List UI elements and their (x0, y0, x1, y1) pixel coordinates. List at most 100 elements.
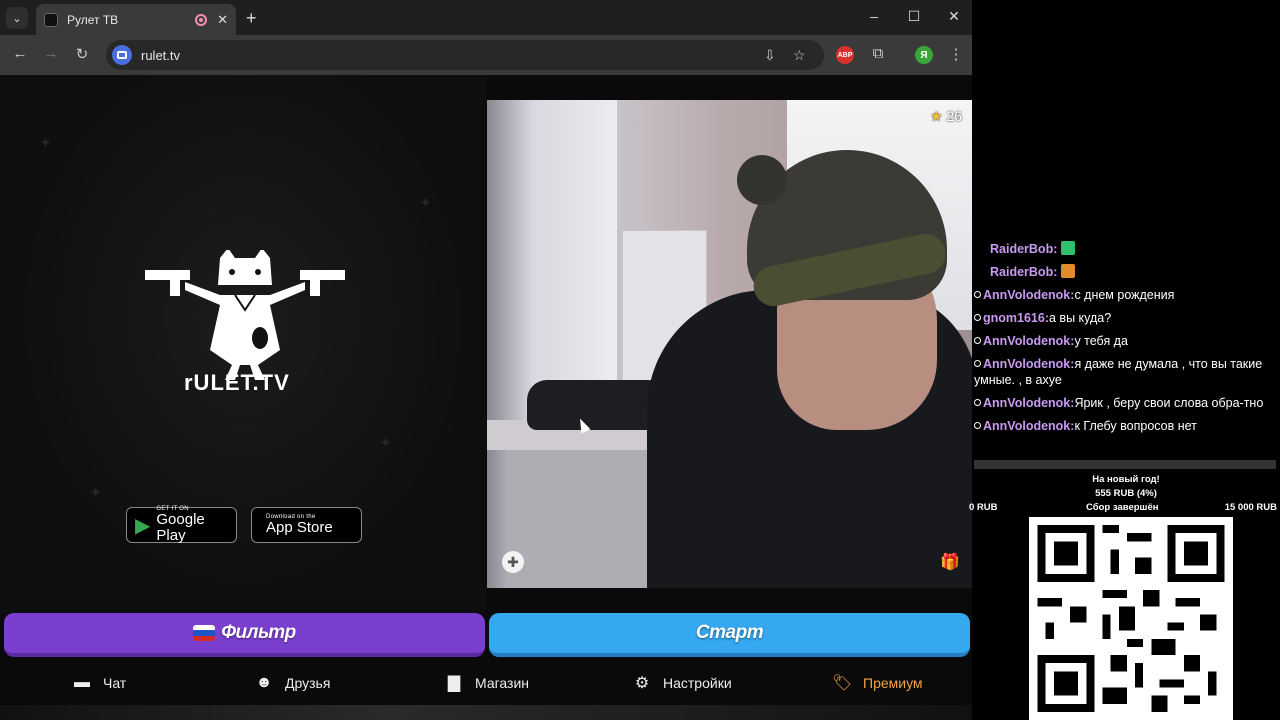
chat-text: а вы куда? (1049, 311, 1112, 325)
chat-message: AnnVolodenok:у тебя да (974, 333, 1274, 349)
filter-button[interactable]: Фильтр (4, 613, 485, 657)
donation-goal: На новый год! 555 RUB (4%) 0 RUB Сбор за… (969, 474, 1280, 516)
nav-shop-label: Магазин (475, 675, 530, 691)
chat-username: RaiderBob: (990, 265, 1058, 279)
doodle-decoration: ✦ (380, 435, 391, 450)
tab-search-button[interactable]: ⌄ (6, 7, 28, 29)
chat-input-bar[interactable] (974, 460, 1276, 469)
bookmark-star-icon[interactable]: ☆ (793, 47, 806, 64)
close-window-button[interactable]: ✕ (934, 8, 974, 25)
chat-message: AnnVolodenok:я даже не думала , что вы т… (974, 356, 1274, 388)
google-play-badge[interactable]: ▶ GET IT ON Google Play (126, 506, 237, 544)
new-tab-button[interactable]: + (246, 8, 257, 29)
bottom-nav: ▬ Чат ☻ Друзья ▇ Магазин ⚙ Настройки 🏷 П… (0, 663, 972, 705)
install-app-icon[interactable]: ⇩ (764, 47, 776, 64)
gear-icon: ⚙ (634, 675, 650, 692)
doodle-decoration: ✦ (420, 195, 431, 210)
russia-flag-icon (193, 625, 216, 641)
chat-username: gnom1616: (983, 311, 1049, 325)
google-play-icon: ▶ (135, 514, 151, 537)
chat-message: RaiderBob: (974, 264, 1274, 280)
taskbar-strip (0, 705, 972, 720)
arrow-left-icon: ← (12, 45, 28, 62)
chat-message: AnnVolodenok:с днем рождения (974, 287, 1274, 303)
browser-menu-icon[interactable]: ⋮ (946, 45, 966, 63)
chat-feed: RaiderBob: RaiderBob: AnnVolodenok:с дне… (974, 241, 1274, 441)
address-bar[interactable]: rulet.tv ⇩ ☆ (106, 40, 824, 70)
chat-icon: ▬ (74, 674, 90, 691)
nav-friends-label: Друзья (285, 675, 331, 691)
rating-badge[interactable]: ★ 26 (930, 108, 962, 125)
nav-settings[interactable]: ⚙ Настройки (632, 673, 732, 693)
goal-status: Сбор завершён (1086, 502, 1159, 513)
reload-button[interactable]: ↻ (72, 45, 92, 63)
extensions-puzzle-icon[interactable]: ⧉ (868, 45, 888, 62)
chat-username: AnnVolodenok: (983, 419, 1075, 433)
chat-message: gnom1616:а вы куда? (974, 310, 1274, 326)
tag-icon: 🏷 (831, 675, 853, 692)
site-favicon-icon (44, 12, 58, 27)
tab-bar: ⌄ Рулет ТВ ✕ + – ☐ ✕ (0, 0, 972, 35)
nav-friends[interactable]: ☻ Друзья (254, 673, 331, 693)
start-button[interactable]: Старт (489, 613, 970, 657)
goal-amount: 555 RUB (4%) (1095, 488, 1157, 499)
url-text: rulet.tv (141, 47, 181, 63)
nav-settings-label: Настройки (663, 675, 732, 691)
google-play-text: Google Play (156, 511, 205, 544)
chat-message: AnnVolodenok:Ярик , беру свои слова обра… (974, 395, 1274, 411)
chat-username: AnnVolodenok: (983, 334, 1075, 348)
rating-count: 26 (946, 108, 962, 124)
chat-username: AnnVolodenok: (983, 357, 1075, 371)
chat-text: к Глебу вопросов нет (1074, 419, 1197, 433)
app-store-text: App Store (266, 519, 333, 536)
arrow-right-icon: → (43, 45, 59, 62)
start-button-label: Старт (695, 622, 764, 643)
orange-emote-icon (1060, 264, 1075, 278)
chat-text: с днем рождения (1074, 288, 1175, 302)
nav-chat[interactable]: ▬ Чат (72, 673, 126, 693)
nav-premium-label: Премиум (863, 675, 923, 691)
browser-tab[interactable]: Рулет ТВ ✕ (36, 4, 236, 35)
minimize-button[interactable]: – (854, 8, 894, 24)
browser-window: ⌄ Рулет ТВ ✕ + – ☐ ✕ ← → ↻ rulet.tv ⇩ ☆ … (0, 0, 972, 720)
rulet-page: ✦ ✦ ✦ ✦ rULET.TV ▶ GET IT ON Google Play… (0, 75, 972, 720)
friends-icon: ☻ (255, 674, 273, 691)
forward-button[interactable]: → (41, 45, 61, 62)
goal-min: 0 RUB (969, 502, 998, 513)
tab-title: Рулет ТВ (67, 12, 119, 27)
nav-chat-label: Чат (103, 675, 127, 691)
chevron-down-icon: ⌄ (12, 12, 22, 25)
browser-toolbar: ← → ↻ rulet.tv ⇩ ☆ ABP ⧉ Я ⋮ (0, 35, 972, 75)
branding-panel: ✦ ✦ ✦ ✦ rULET.TV ▶ GET IT ON Google Play… (0, 75, 486, 613)
donation-qr-code-icon (1029, 517, 1233, 720)
chat-text: Ярик , беру свои слова обра-тно (1074, 396, 1264, 410)
chat-text: у тебя да (1074, 334, 1128, 348)
profile-avatar[interactable]: Я (915, 46, 933, 64)
green-emote-icon (1060, 241, 1075, 255)
video-cabinet (507, 450, 657, 588)
reload-icon: ↻ (75, 46, 89, 63)
chat-message: RaiderBob: (974, 241, 1274, 257)
site-info-icon[interactable] (112, 45, 132, 65)
adblock-extension-icon[interactable]: ABP (836, 46, 854, 64)
chat-username: RaiderBob: (990, 242, 1058, 256)
goal-title: На новый год! (1092, 474, 1160, 485)
goal-max: 15 000 RUB (1224, 502, 1277, 513)
nav-premium[interactable]: 🏷 Премиум (832, 673, 923, 693)
app-store-badge[interactable]: Download on the App Store (251, 507, 362, 543)
tab-close-button[interactable]: ✕ (217, 12, 228, 28)
shop-bag-icon: ▇ (447, 675, 461, 692)
site-logo-text: rULET.TV (184, 370, 290, 395)
recording-indicator-icon (195, 13, 208, 26)
back-button[interactable]: ← (10, 45, 30, 62)
gift-icon[interactable]: 🎁 (940, 552, 960, 572)
doodle-decoration: ✦ (90, 485, 101, 500)
chat-username: AnnVolodenok: (983, 288, 1075, 302)
filter-button-label: Фильтр (221, 622, 296, 643)
maximize-button[interactable]: ☐ (894, 8, 934, 25)
chat-username: AnnVolodenok: (983, 396, 1075, 410)
chat-message: AnnVolodenok:к Глебу вопросов нет (974, 418, 1274, 434)
gamepad-icon[interactable]: ✚ (502, 551, 524, 573)
nav-shop[interactable]: ▇ Магазин (444, 673, 529, 693)
partner-video[interactable]: ★ 26 ✚ 🎁 (487, 100, 972, 588)
